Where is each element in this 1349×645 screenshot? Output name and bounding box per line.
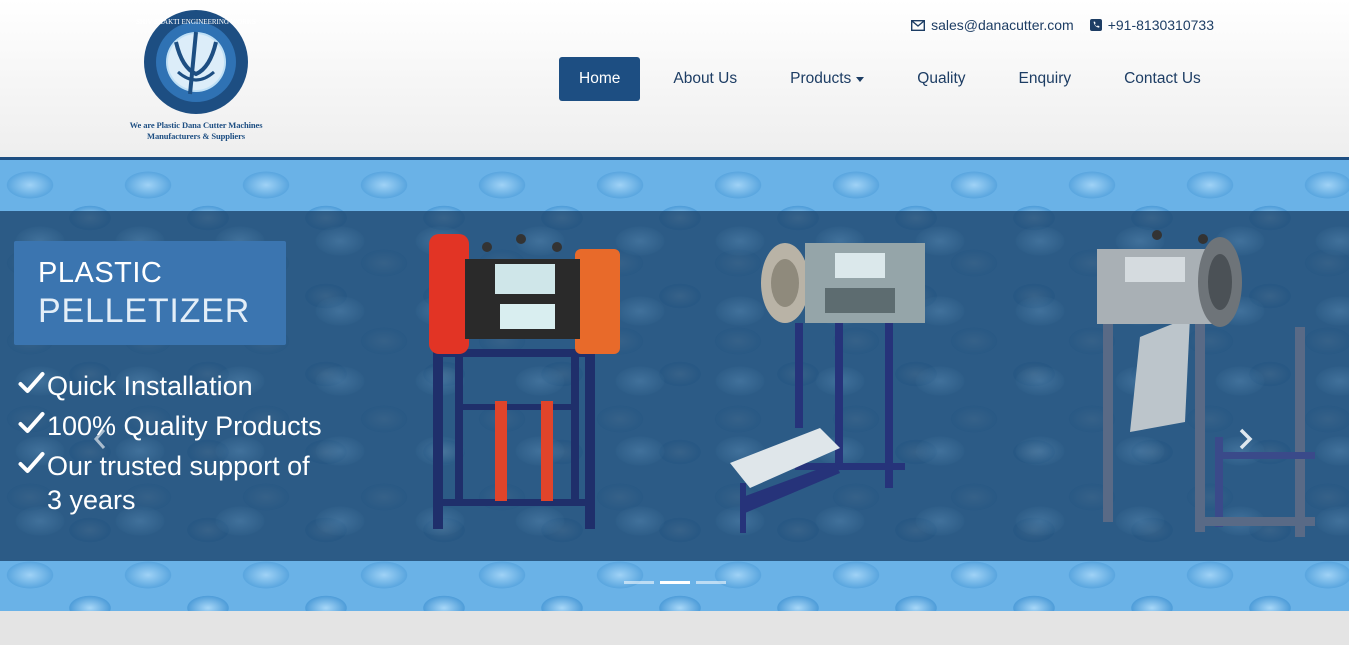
checkmark-icon xyxy=(18,452,45,473)
feature-text: Quick Installation xyxy=(47,371,253,401)
email-contact[interactable]: sales@danacutter.com xyxy=(911,17,1074,33)
logo-tagline-2: Manufacturers & Suppliers xyxy=(147,131,245,141)
slide-band: PLASTIC PELLETIZER Quick Installation 10… xyxy=(0,211,1349,561)
feature-text: Our trusted support of 3 years xyxy=(47,451,310,515)
svg-text:SHIV SHAKTI ENGINEERING WORKS: SHIV SHAKTI ENGINEERING WORKS xyxy=(136,18,256,26)
phone-text[interactable]: +91-8130310733 xyxy=(1108,17,1214,33)
email-text[interactable]: sales@danacutter.com xyxy=(931,17,1074,33)
slider-dot-3[interactable] xyxy=(696,581,726,584)
caret-down-icon xyxy=(856,76,865,82)
feature-text: 100% Quality Products xyxy=(47,411,322,441)
logo-tagline-1: We are Plastic Dana Cutter Machines xyxy=(129,120,263,130)
red-pelletizer-machine-image xyxy=(429,234,620,529)
phone-contact[interactable]: +91-8130310733 xyxy=(1089,17,1214,33)
nav-about-us[interactable]: About Us xyxy=(653,57,757,101)
chevron-left-icon[interactable] xyxy=(92,427,108,451)
phone-icon xyxy=(1089,19,1102,31)
slide-title-box: PLASTIC PELLETIZER xyxy=(14,241,286,345)
feature-item: 100% Quality Products xyxy=(16,409,326,443)
contact-bar: sales@danacutter.com +91-8130310733 xyxy=(911,17,1214,33)
nav-products[interactable]: Products xyxy=(770,57,884,101)
company-logo[interactable]: SHIV SHAKTI ENGINEERING WORKS We are Pla… xyxy=(118,8,274,150)
nav-contact-us[interactable]: Contact Us xyxy=(1104,57,1221,101)
grey-pelletizer-machine-image xyxy=(730,243,925,533)
slider-dot-1[interactable] xyxy=(624,581,654,584)
nav-home[interactable]: Home xyxy=(559,57,641,101)
nav-enquiry[interactable]: Enquiry xyxy=(999,57,1092,101)
checkmark-icon xyxy=(18,412,45,433)
slider-dot-2[interactable] xyxy=(660,581,690,584)
checkmark-icon xyxy=(18,372,45,393)
main-nav: Home About Us Products Quality Enquiry C… xyxy=(559,57,1234,101)
slide-title-line-1: PLASTIC xyxy=(38,257,163,289)
feature-item: Our trusted support of 3 years xyxy=(16,449,326,517)
feature-list: Quick Installation 100% Quality Products… xyxy=(16,369,326,523)
chevron-right-icon[interactable] xyxy=(1236,427,1256,451)
hero-slider: PLASTIC PELLETIZER Quick Installation 10… xyxy=(0,160,1349,611)
steel-pelletizer-machine-image xyxy=(1097,230,1315,537)
logo-seal-icon: SHIV SHAKTI ENGINEERING WORKS xyxy=(136,10,256,114)
nav-products-label: Products xyxy=(790,70,852,87)
site-header: SHIV SHAKTI ENGINEERING WORKS We are Pla… xyxy=(0,0,1349,160)
slider-indicators xyxy=(624,581,726,584)
slide-title-line-2: PELLETIZER xyxy=(38,292,251,330)
envelope-icon xyxy=(911,19,926,31)
nav-quality[interactable]: Quality xyxy=(897,57,985,101)
feature-item: Quick Installation xyxy=(16,369,326,403)
